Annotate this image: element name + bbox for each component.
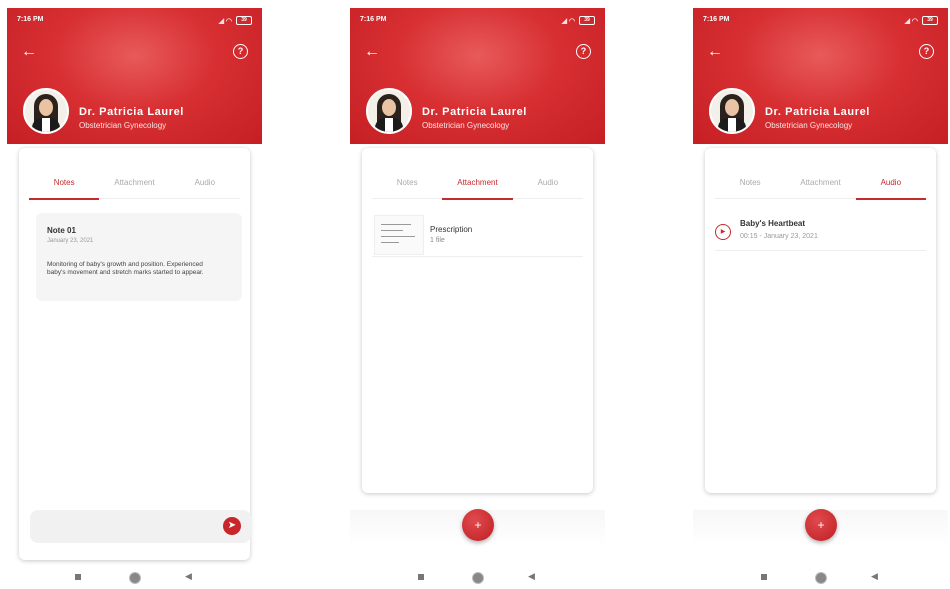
tab-attachment[interactable]: Attachment — [785, 178, 855, 198]
play-icon[interactable]: ▶ — [715, 224, 731, 240]
help-icon[interactable]: ? — [576, 44, 591, 59]
audio-meta: 00:15 - January 23, 2021 — [740, 233, 818, 240]
back-arrow-icon[interactable]: ← — [707, 44, 723, 60]
content-card: Notes Attachment Audio Note 01 January 2… — [19, 148, 251, 560]
doctor-name: Dr. Patricia Laurel — [422, 106, 527, 118]
system-nav-bar: ◀ — [693, 570, 948, 586]
tab-bar: Notes Attachment Audio — [715, 178, 926, 200]
system-nav-bar: ◀ — [350, 570, 605, 586]
doctor-specialty: Obstetrician Gynecology — [79, 121, 167, 130]
tab-notes[interactable]: Notes — [715, 178, 785, 198]
doctor-name: Dr. Patricia Laurel — [765, 106, 870, 118]
wifi-icon: ◢ ◠ — [218, 17, 232, 25]
attachment-file-count: 1 file — [430, 237, 445, 244]
divider — [715, 250, 926, 251]
tab-audio[interactable]: Audio — [855, 178, 926, 200]
tab-audio[interactable]: Audio — [170, 178, 240, 198]
wifi-icon: ◢ ◠ — [561, 17, 575, 25]
battery-icon: 39 — [579, 16, 595, 25]
doctor-name: Dr. Patricia Laurel — [79, 106, 184, 118]
tab-audio[interactable]: Audio — [513, 178, 583, 198]
back-arrow-icon[interactable]: ← — [21, 44, 37, 60]
status-bar: 7:16 PM ◢ ◠ 39 — [360, 16, 595, 28]
tab-notes[interactable]: Notes — [29, 178, 100, 200]
add-icon[interactable]: + — [462, 509, 494, 541]
system-nav-bar: ◀ — [7, 570, 262, 586]
nav-home-icon[interactable] — [815, 572, 827, 584]
tab-bar: Notes Attachment Audio — [372, 178, 583, 200]
nav-home-icon[interactable] — [472, 572, 484, 584]
nav-back-icon[interactable]: ◀ — [528, 571, 535, 582]
back-arrow-icon[interactable]: ← — [364, 44, 380, 60]
avatar — [366, 88, 412, 134]
battery-icon: 39 — [236, 16, 252, 25]
tab-attachment[interactable]: Attachment — [99, 178, 169, 198]
avatar — [23, 88, 69, 134]
nav-recents-icon[interactable] — [418, 574, 424, 580]
phone-screen-attachment: 7:16 PM ◢ ◠ 39 ← ? Dr. Patricia Laurel Ob… — [350, 8, 605, 589]
status-time: 7:16 PM — [360, 16, 387, 23]
note-input[interactable]: ➤ — [30, 510, 251, 543]
content-card: Notes Attachment Audio Prescription 1 fi… — [362, 148, 593, 493]
status-time: 7:16 PM — [703, 16, 730, 23]
help-icon[interactable]: ? — [233, 44, 248, 59]
content-card: Notes Attachment Audio ▶ Baby's Heartbea… — [705, 148, 936, 493]
doctor-specialty: Obstetrician Gynecology — [765, 121, 853, 130]
help-icon[interactable]: ? — [919, 44, 934, 59]
phone-screen-audio: 7:16 PM ◢ ◠ 39 ← ? Dr. Patricia Laurel Ob… — [693, 8, 948, 589]
status-bar: 7:16 PM ◢ ◠ 39 — [17, 16, 252, 28]
send-icon[interactable]: ➤ — [223, 517, 241, 535]
tab-notes[interactable]: Notes — [372, 178, 442, 198]
nav-recents-icon[interactable] — [761, 574, 767, 580]
profile-header: 7:16 PM ◢ ◠ 39 ← ? Dr. Patricia Laurel Ob… — [7, 8, 262, 144]
status-time: 7:16 PM — [17, 16, 44, 23]
status-bar: 7:16 PM ◢ ◠ 39 — [703, 16, 938, 28]
wifi-icon: ◢ ◠ — [904, 17, 918, 25]
note-body: Monitoring of baby's growth and position… — [47, 261, 204, 276]
note-date: January 23, 2021 — [47, 238, 94, 244]
profile-header: 7:16 PM ◢ ◠ 39 ← ? Dr. Patricia Laurel Ob… — [350, 8, 605, 144]
note-card[interactable]: Note 01 January 23, 2021 Monitoring of b… — [36, 213, 242, 301]
tab-bar: Notes Attachment Audio — [29, 178, 240, 200]
add-icon[interactable]: + — [805, 509, 837, 541]
attachment-title: Prescription — [430, 225, 473, 234]
tab-attachment[interactable]: Attachment — [442, 178, 513, 200]
avatar — [709, 88, 755, 134]
phone-screen-notes: 7:16 PM ◢ ◠ 39 ← ? Dr. Patricia Laurel Ob… — [7, 8, 262, 589]
attachment-item[interactable]: Prescription 1 file — [372, 208, 583, 257]
profile-header: 7:16 PM ◢ ◠ 39 ← ? Dr. Patricia Laurel Ob… — [693, 8, 948, 144]
doctor-specialty: Obstetrician Gynecology — [422, 121, 510, 130]
nav-back-icon[interactable]: ◀ — [185, 571, 192, 582]
note-title: Note 01 — [47, 226, 76, 235]
document-thumbnail — [374, 215, 424, 255]
audio-title: Baby's Heartbeat — [740, 219, 806, 228]
nav-recents-icon[interactable] — [75, 574, 81, 580]
nav-back-icon[interactable]: ◀ — [871, 571, 878, 582]
nav-home-icon[interactable] — [129, 572, 141, 584]
battery-icon: 39 — [922, 16, 938, 25]
